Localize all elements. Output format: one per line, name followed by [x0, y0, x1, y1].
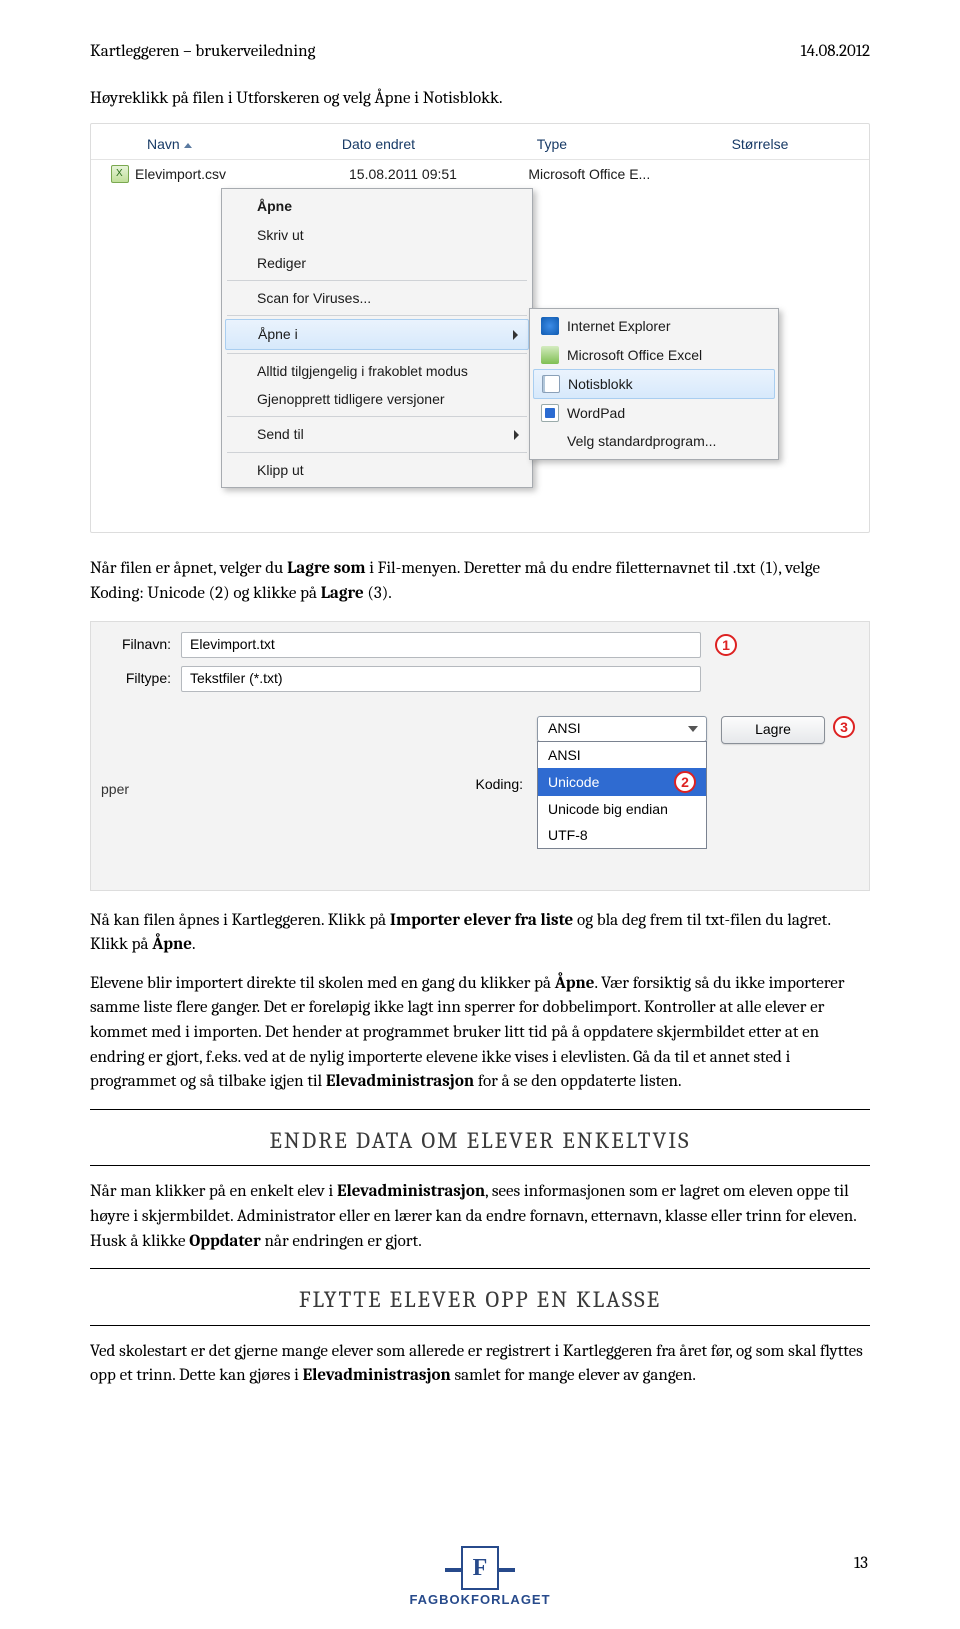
ctx-edit[interactable]: Rediger [225, 249, 529, 277]
publisher-logo-icon: F [461, 1546, 499, 1590]
filtype-input[interactable]: Tekstfiler (*.txt) [181, 666, 701, 692]
chevron-right-icon [513, 330, 518, 340]
publisher-name: FAGBOKFORLAGET [409, 1592, 550, 1607]
file-name: Elevimport.csv [135, 164, 343, 184]
ctx-restore[interactable]: Gjenopprett tidligere versjoner [225, 385, 529, 413]
badge-3: 3 [833, 716, 855, 738]
footer: F FAGBOKFORLAGET [0, 1546, 960, 1607]
ctx-sendto[interactable]: Send til [225, 420, 529, 448]
lagre-button[interactable]: Lagre [721, 716, 825, 744]
rule [90, 1268, 870, 1269]
badge-1: 1 [715, 634, 737, 656]
chevron-down-icon [688, 726, 698, 732]
import-paragraph: Nå kan filen åpnes i Kartleggeren. Klikk… [90, 909, 870, 958]
warning-paragraph: Elevene blir importert direkte til skole… [90, 972, 870, 1095]
sub-notepad[interactable]: Notisblokk [533, 369, 775, 399]
saveas-screenshot: Filnavn: Elevimport.txt 1 Filtype: Tekst… [90, 621, 870, 891]
explorer-column-headers: Navn Dato endret Type Størrelse [91, 130, 869, 159]
koding-label: Koding: [476, 774, 523, 794]
excel-file-icon [111, 165, 129, 183]
filtype-label: Filtype: [109, 668, 171, 688]
koding-select[interactable]: ANSI [537, 716, 707, 742]
endre-paragraph: Når man klikker på en enkelt elev i Elev… [90, 1180, 870, 1254]
sub-ie[interactable]: Internet Explorer [533, 312, 775, 340]
ctx-open-in[interactable]: Åpne i [225, 319, 529, 349]
opt-unicode[interactable]: Unicode 2 [538, 768, 706, 796]
save-instruction-paragraph: Når filen er åpnet, velger du Lagre som … [90, 557, 870, 606]
col-date[interactable]: Dato endret [342, 134, 537, 154]
koding-options: ANSI Unicode 2 Unicode big endian UTF-8 [537, 741, 707, 850]
sub-wordpad[interactable]: WordPad [533, 399, 775, 427]
sub-excel[interactable]: Microsoft Office Excel [533, 341, 775, 369]
opt-unicode-be[interactable]: Unicode big endian [538, 796, 706, 822]
heading-flytte: FLYTTE ELEVER OPP EN KLASSE [90, 1283, 870, 1316]
sub-chooseprogram[interactable]: Velg standardprogram... [533, 427, 775, 455]
pper-text: pper [101, 779, 129, 799]
flytte-paragraph: Ved skolestart er det gjerne mange eleve… [90, 1340, 870, 1389]
ctx-offline[interactable]: Alltid tilgjengelig i frakoblet modus [225, 357, 529, 385]
ctx-print[interactable]: Skriv ut [225, 221, 529, 249]
chevron-right-icon [514, 430, 519, 440]
col-type[interactable]: Type [537, 134, 732, 154]
ctx-scan[interactable]: Scan for Viruses... [225, 284, 529, 312]
sort-caret-icon [184, 143, 192, 148]
ctx-cut[interactable]: Klipp ut [225, 456, 529, 484]
ctx-open[interactable]: Åpne [225, 192, 529, 220]
page-header: Kartleggeren – brukerveiledning 14.08.20… [90, 40, 870, 65]
intro-paragraph: Høyreklikk på filen i Utforskeren og vel… [90, 87, 870, 112]
opt-ansi[interactable]: ANSI [538, 742, 706, 768]
heading-endre: ENDRE DATA OM ELEVER ENKELTVIS [90, 1124, 870, 1157]
rule [90, 1109, 870, 1110]
notepad-icon [542, 375, 560, 393]
ie-icon [541, 317, 559, 335]
filnavn-input[interactable]: Elevimport.txt [181, 632, 701, 658]
rule [90, 1165, 870, 1166]
col-size[interactable]: Størrelse [732, 134, 829, 154]
doc-date: 14.08.2012 [800, 40, 870, 65]
doc-title: Kartleggeren – brukerveiledning [90, 40, 315, 65]
context-menu: Åpne Skriv ut Rediger Scan for Viruses..… [221, 188, 533, 488]
badge-2: 2 [674, 771, 696, 793]
filnavn-label: Filnavn: [109, 634, 171, 654]
rule [90, 1325, 870, 1326]
file-row[interactable]: Elevimport.csv 15.08.2011 09:51 Microsof… [91, 160, 869, 190]
wordpad-icon [541, 404, 559, 422]
open-in-submenu: Internet Explorer Microsoft Office Excel… [529, 308, 779, 459]
explorer-screenshot: Navn Dato endret Type Størrelse Elevimpo… [90, 123, 870, 533]
col-name[interactable]: Navn [147, 134, 342, 154]
opt-utf8[interactable]: UTF-8 [538, 822, 706, 848]
file-date: 15.08.2011 09:51 [349, 164, 522, 184]
excel-icon [541, 346, 559, 364]
file-type: Microsoft Office E... [528, 164, 736, 184]
